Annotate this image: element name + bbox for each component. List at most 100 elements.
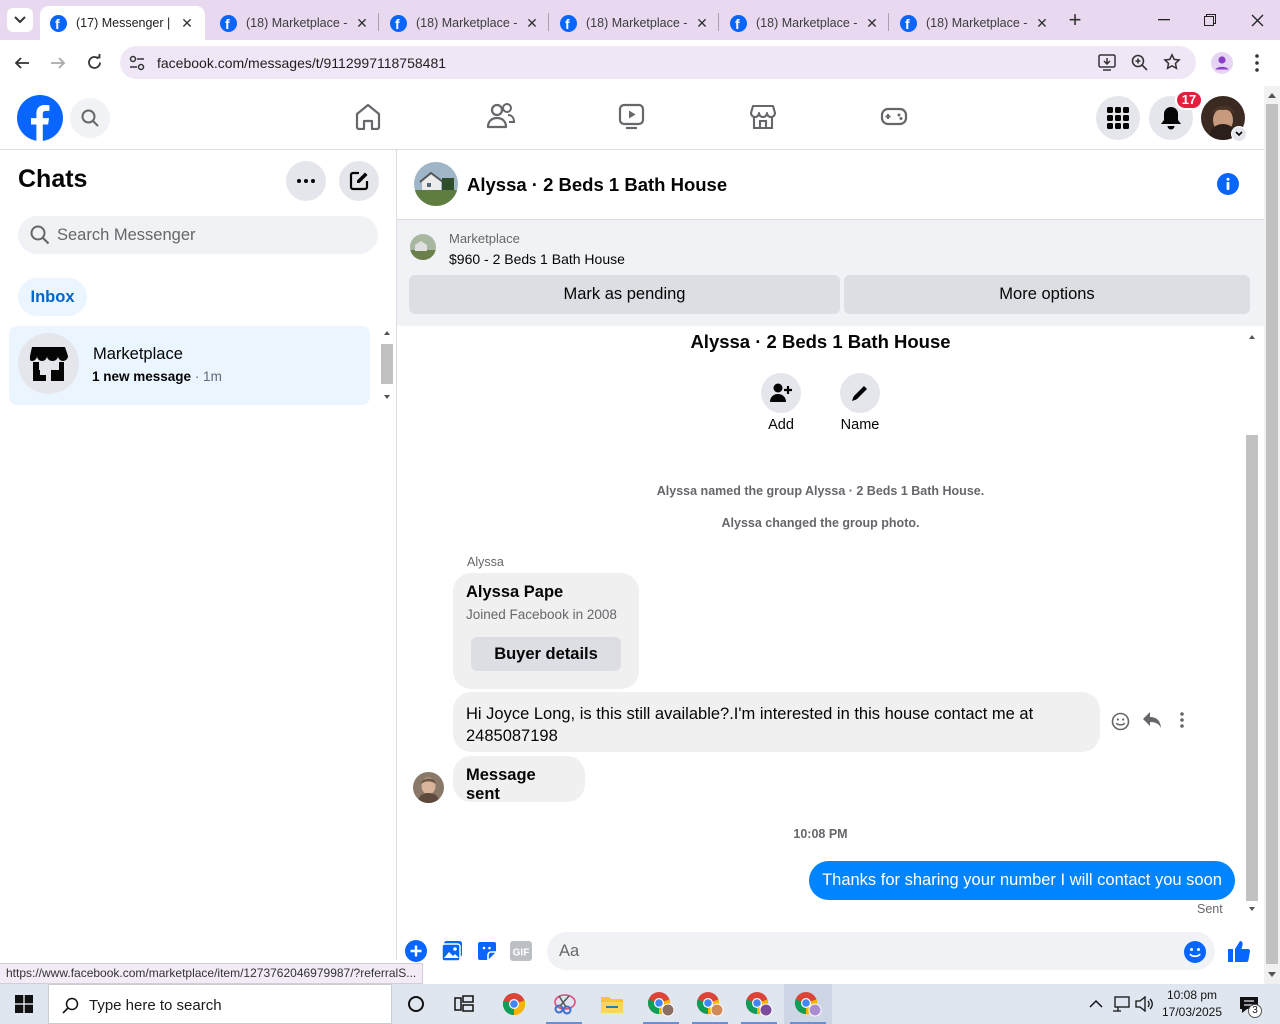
taskbar-chrome[interactable] (490, 984, 538, 1024)
cortana-button[interactable] (392, 984, 440, 1024)
taskbar-clock[interactable]: 10:08 pm 17/03/2025 (1156, 987, 1228, 1021)
close-icon[interactable]: ✕ (524, 15, 540, 32)
forward-icon[interactable] (50, 55, 66, 71)
window-close-button[interactable] (1237, 6, 1277, 34)
add-people-button[interactable] (761, 373, 801, 413)
menu-button[interactable] (1096, 96, 1140, 140)
mark-as-pending-button[interactable]: Mark as pending (409, 275, 840, 314)
bookmark-star-icon[interactable] (1163, 53, 1181, 71)
system-message: Alyssa named the group Alyssa · 2 Beds 1… (656, 484, 985, 498)
info-icon[interactable] (1217, 173, 1239, 195)
group-photo-avatar[interactable] (414, 162, 458, 206)
taskbar-chrome-profile-1[interactable] (637, 984, 685, 1024)
task-view-button[interactable] (440, 984, 488, 1024)
marketplace-icon[interactable] (750, 102, 776, 130)
browser-tab-marketplace[interactable]: f (18) Marketplace - ✕ (380, 6, 550, 40)
site-settings-icon[interactable] (129, 55, 145, 71)
bell-icon (1161, 107, 1181, 130)
browser-tab-strip: f (17) Messenger | Fa ✕ f (18) Marketpla… (0, 0, 1280, 40)
facebook-favicon-icon: f (730, 14, 747, 32)
conversation-title: Alyssa · 2 Beds 1 Bath House (467, 174, 728, 195)
sticker-icon[interactable] (476, 940, 498, 962)
chevron-down-icon (14, 16, 26, 24)
facebook-favicon-icon: f (50, 14, 67, 32)
close-icon[interactable]: ✕ (354, 15, 370, 32)
search-messenger-input[interactable]: Search Messenger (18, 216, 378, 254)
search-icon (81, 109, 99, 127)
taskbar-file-explorer[interactable] (588, 984, 636, 1024)
like-thumb-icon[interactable] (1227, 939, 1251, 963)
message-input[interactable]: Aa (547, 932, 1215, 970)
chevron-down-icon (1235, 131, 1243, 137)
gif-icon[interactable]: GIF (510, 941, 532, 961)
reply-icon[interactable] (1142, 711, 1162, 729)
taskbar-chrome-profile-3[interactable] (735, 984, 783, 1024)
chrome-icon (502, 993, 526, 1016)
facebook-logo-icon[interactable] (17, 95, 63, 141)
address-bar[interactable]: facebook.com/messages/t/9112997118758481 (120, 46, 1196, 79)
taskbar-chrome-profile-2[interactable] (686, 984, 734, 1024)
page-scrollbar[interactable] (1264, 86, 1280, 984)
buyer-details-button[interactable]: Buyer details (471, 637, 621, 671)
marketplace-listing-bar: Marketplace $960 - 2 Beds 1 Bath House M… (397, 220, 1264, 326)
new-message-button[interactable] (339, 161, 379, 201)
browser-tab-marketplace[interactable]: f (18) Marketplace - ✕ (550, 6, 720, 40)
incoming-message-bubble: Hi Joyce Long, is this still available?.… (453, 692, 1100, 752)
tab-title: (17) Messenger | Fa (76, 16, 173, 30)
restore-button[interactable] (1190, 6, 1230, 34)
tab-search-button[interactable] (7, 8, 33, 32)
start-button[interactable] (0, 984, 48, 1024)
taskbar-snipping-tool[interactable] (540, 984, 588, 1024)
volume-icon[interactable] (1135, 996, 1153, 1012)
close-icon[interactable]: ✕ (694, 15, 710, 32)
reload-icon[interactable] (86, 54, 103, 71)
install-app-icon[interactable] (1098, 54, 1116, 71)
watch-icon[interactable] (618, 102, 645, 130)
add-attachment-icon[interactable] (405, 940, 427, 962)
listing-thumbnail[interactable] (410, 234, 436, 260)
windows-taskbar: Type here to search 10:08 pm 17/03/2025 … (0, 984, 1280, 1024)
more-options-button[interactable]: More options (844, 275, 1250, 314)
sender-avatar[interactable] (413, 772, 444, 803)
close-icon[interactable]: ✕ (864, 15, 880, 32)
friends-icon[interactable] (486, 102, 516, 130)
browser-tab-marketplace[interactable]: f (18) Marketplace - ✕ (890, 6, 1060, 40)
listing-title[interactable]: $960 - 2 Beds 1 Bath House (449, 251, 625, 267)
chat-options-button[interactable] (286, 161, 326, 201)
profile-joined: Joined Facebook in 2008 (466, 607, 617, 622)
react-icon[interactable] (1111, 712, 1130, 731)
taskbar-search-box[interactable]: Type here to search (48, 984, 392, 1024)
close-icon[interactable]: ✕ (1034, 15, 1050, 32)
profile-icon[interactable] (1211, 52, 1233, 74)
emoji-icon[interactable] (1184, 941, 1206, 963)
browser-tab-marketplace[interactable]: f (18) Marketplace - ✕ (210, 6, 380, 40)
browser-tab-messenger[interactable]: f (17) Messenger | Fa ✕ (40, 6, 205, 40)
home-icon[interactable] (355, 102, 381, 130)
messages-scrollbar[interactable] (1245, 330, 1259, 916)
close-icon (1251, 14, 1263, 26)
new-tab-button[interactable]: + (1062, 7, 1088, 32)
facebook-favicon-icon: f (900, 14, 917, 32)
tab-title: (18) Marketplace - (756, 16, 858, 30)
message-composer: GIF Aa (397, 920, 1264, 984)
inbox-filter-tab[interactable]: Inbox (18, 278, 87, 316)
network-icon[interactable] (1112, 996, 1130, 1012)
taskbar-chrome-profile-4[interactable] (784, 984, 832, 1024)
account-chevron[interactable] (1231, 126, 1247, 142)
notification-count-badge: 3 (1248, 1004, 1262, 1018)
chat-thread-item[interactable]: Marketplace 1 new message · 1m (9, 326, 370, 405)
browser-tab-marketplace[interactable]: f (18) Marketplace - ✕ (720, 6, 890, 40)
facebook-search-button[interactable] (70, 98, 110, 138)
back-icon[interactable] (14, 55, 30, 71)
message-status: Sent (1197, 902, 1223, 916)
chevron-up-icon[interactable] (1089, 999, 1103, 1008)
close-icon[interactable]: ✕ (179, 15, 195, 32)
gaming-icon[interactable] (880, 102, 908, 130)
minimize-button[interactable] (1144, 6, 1184, 34)
name-group-button[interactable] (840, 373, 880, 413)
zoom-icon[interactable] (1131, 54, 1148, 71)
task-view-icon (454, 995, 474, 1012)
photo-icon[interactable] (441, 940, 463, 962)
more-vertical-icon[interactable] (1180, 712, 1184, 728)
menu-kebab-icon[interactable] (1255, 54, 1259, 72)
